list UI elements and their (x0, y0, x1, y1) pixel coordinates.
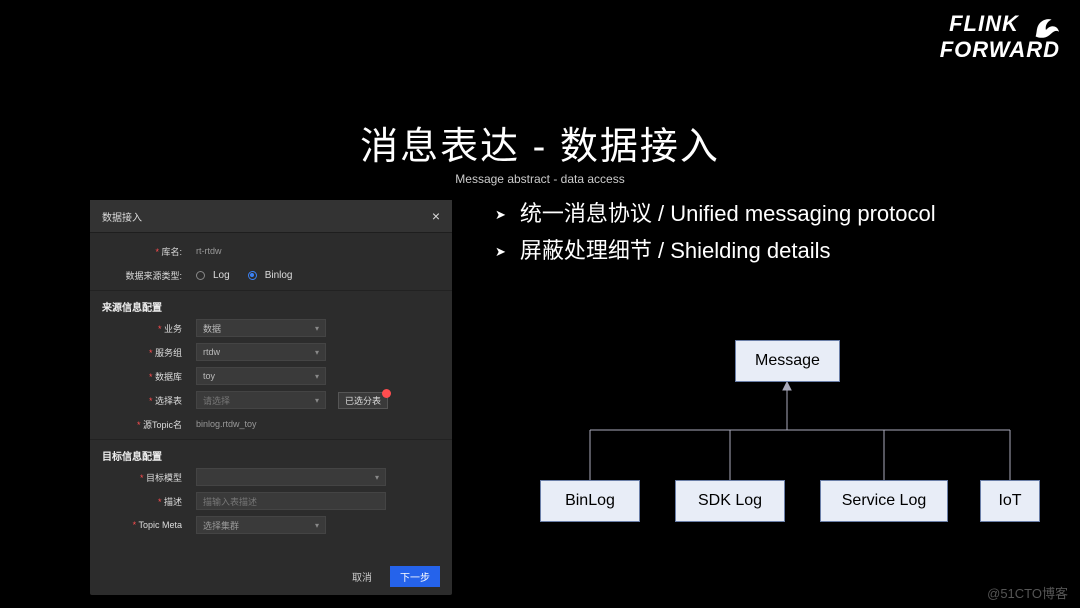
node-iot: IoT (980, 480, 1040, 522)
src-topic-value: binlog.rtdw_toy (196, 419, 440, 429)
data-access-dialog: 数据接入 × 库名: rt-rtdw 数据来源类型: Log Binlog 来源… (90, 200, 452, 595)
chevron-down-icon: ▾ (315, 396, 319, 405)
brand-logo: FLINK FORWARD (940, 14, 1060, 61)
select-table-label: 选择表 (102, 394, 190, 407)
chevron-down-icon: ▾ (315, 348, 319, 357)
source-type-label: 数据来源类型: (102, 269, 190, 282)
node-binlog: BinLog (540, 480, 640, 522)
table-name-label: 库名: (102, 245, 190, 258)
next-button[interactable]: 下一步 (390, 566, 440, 587)
selected-tables-button[interactable]: 已选分表 (338, 392, 388, 409)
bullet-item: ➤ 统一消息协议 / Unified messaging protocol (495, 195, 936, 232)
src-topic-label: 源Topic名 (102, 418, 190, 431)
slide-title: 消息表达 - 数据接入 (360, 115, 720, 170)
svcgroup-label: 服务组 (102, 346, 190, 359)
table-name-value: rt-rtdw (196, 246, 440, 256)
select-table-select[interactable]: 请选择▾ (196, 391, 326, 409)
db-label: 数据库 (102, 370, 190, 383)
slide-subtitle: Message abstract - data access (455, 172, 624, 186)
section-target-title: 目标信息配置 (102, 452, 162, 463)
node-servicelog: Service Log (820, 480, 948, 522)
dialog-title: 数据接入 (102, 209, 142, 224)
arrow-icon: ➤ (495, 204, 506, 241)
logo-line1: FLINK (949, 11, 1019, 36)
desc-input[interactable]: 描输入表描述 (196, 492, 386, 510)
biz-label: 业务 (102, 322, 190, 335)
section-source-title: 来源信息配置 (102, 303, 162, 314)
arrow-icon: ➤ (495, 241, 506, 278)
radio-binlog[interactable] (248, 271, 257, 280)
target-model-select[interactable]: ▾ (196, 468, 386, 486)
topic-meta-label: Topic Meta (102, 520, 190, 530)
node-sdklog: SDK Log (675, 480, 785, 522)
chevron-down-icon: ▾ (315, 324, 319, 333)
chevron-down-icon: ▾ (375, 473, 379, 482)
chevron-down-icon: ▾ (315, 521, 319, 530)
node-message: Message (735, 340, 840, 382)
biz-select[interactable]: 数据▾ (196, 319, 326, 337)
logo-line2: FORWARD (940, 40, 1060, 61)
topic-meta-select[interactable]: 选择集群▾ (196, 516, 326, 534)
close-icon[interactable]: × (432, 208, 440, 224)
desc-label: 描述 (102, 495, 190, 508)
db-select[interactable]: toy▾ (196, 367, 326, 385)
bullet-item: ➤ 屏蔽处理细节 / Shielding details (495, 232, 936, 269)
chevron-down-icon: ▾ (315, 372, 319, 381)
radio-log[interactable] (196, 271, 205, 280)
bullet-list: ➤ 统一消息协议 / Unified messaging protocol ➤ … (495, 195, 936, 270)
cancel-button[interactable]: 取消 (342, 566, 382, 587)
svcgroup-select[interactable]: rtdw▾ (196, 343, 326, 361)
message-hierarchy-diagram: Message BinLog SDK Log Service Log IoT (520, 330, 1050, 550)
watermark: @51CTO博客 (987, 583, 1068, 602)
target-model-label: 目标模型 (102, 471, 190, 484)
